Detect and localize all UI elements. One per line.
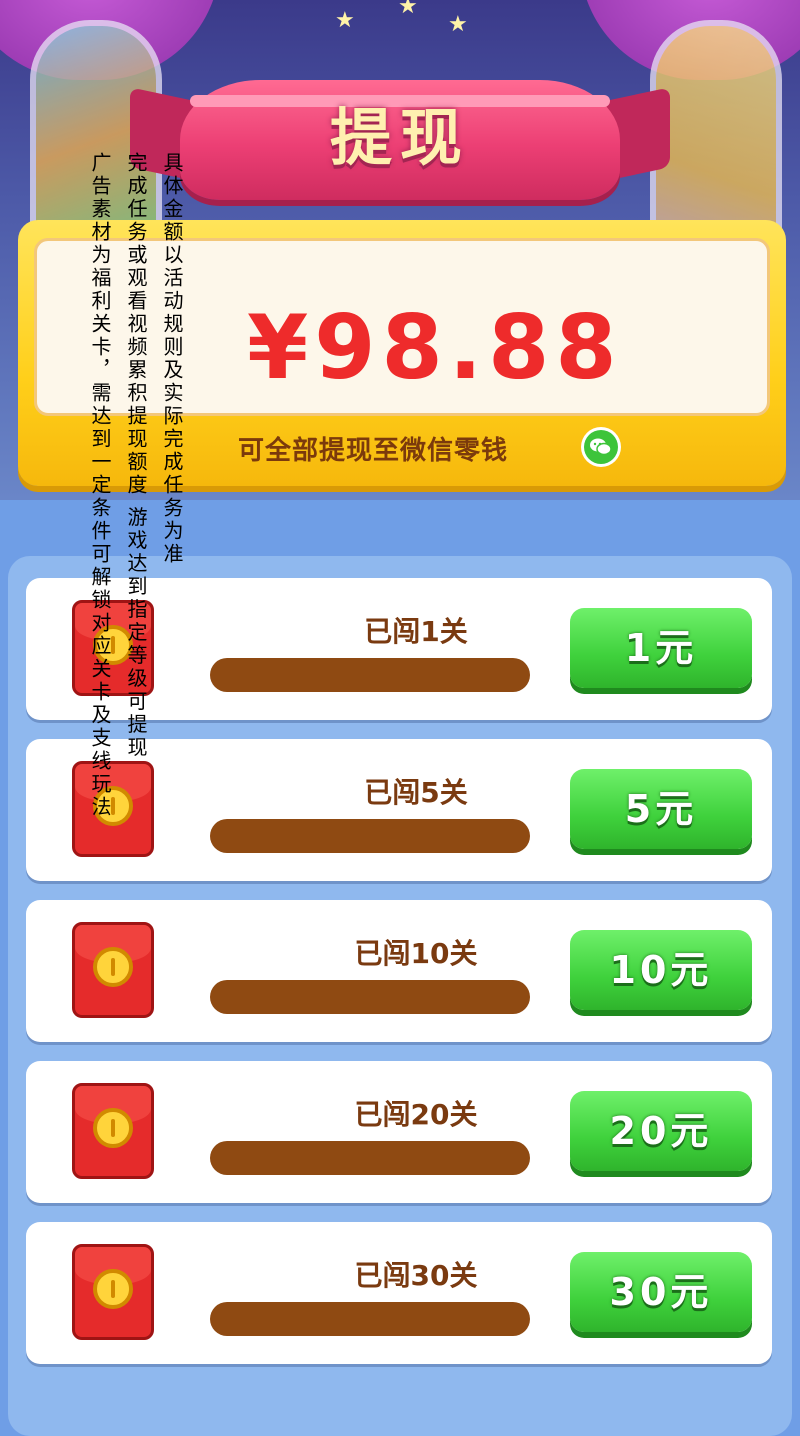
level-label: 已闯5关 [364, 776, 468, 809]
disclaimer-text: 具体金额以活动规则及实际完成任务为准 [160, 152, 184, 566]
level-label: 已闯10关 [354, 937, 478, 970]
progress-bar [210, 819, 530, 853]
withdraw-button[interactable]: 10元 [570, 930, 752, 1010]
red-envelope-icon [72, 1083, 154, 1179]
level-label: 已闯20关 [354, 1098, 478, 1131]
list-item: 已闯5关 5元 [26, 739, 772, 881]
red-envelope-icon [72, 761, 154, 857]
progress-bar [210, 1141, 530, 1175]
level-label: 已闯30关 [354, 1259, 478, 1292]
withdraw-button[interactable]: 30元 [570, 1252, 752, 1332]
progress-bar [210, 658, 530, 692]
progress-bar [210, 1302, 530, 1336]
star-icon: ★ [335, 8, 355, 33]
disclaimer-text: 广告素材为福利关卡，需达到一定条件可解锁对应关卡及支线玩法 [88, 152, 112, 819]
progress-bar [210, 980, 530, 1014]
wechat-icon [584, 430, 618, 464]
withdraw-button[interactable]: 5元 [570, 769, 752, 849]
withdraw-button[interactable]: 20元 [570, 1091, 752, 1171]
red-envelope-icon [72, 922, 154, 1018]
withdraw-note: 可全部提现至微信零钱 [238, 436, 509, 466]
list-item: 已闯10关 10元 [26, 900, 772, 1042]
red-envelope-icon [72, 1244, 154, 1340]
list-item: 已闯20关 20元 [26, 1061, 772, 1203]
page-title: 提现 [329, 101, 470, 174]
list-item: 已闯30关 30元 [26, 1222, 772, 1364]
title-ribbon: 提现 [130, 45, 670, 200]
disclaimer-text: 完成任务或观看视频累积提现额度 游戏达到指定等级可提现 [124, 152, 148, 760]
star-icon: ★ [448, 12, 468, 37]
balance-amount: ¥98.88 [247, 296, 623, 399]
level-label: 已闯1关 [364, 615, 468, 648]
withdraw-button[interactable]: 1元 [570, 608, 752, 688]
star-icon: ★ [398, 0, 418, 19]
